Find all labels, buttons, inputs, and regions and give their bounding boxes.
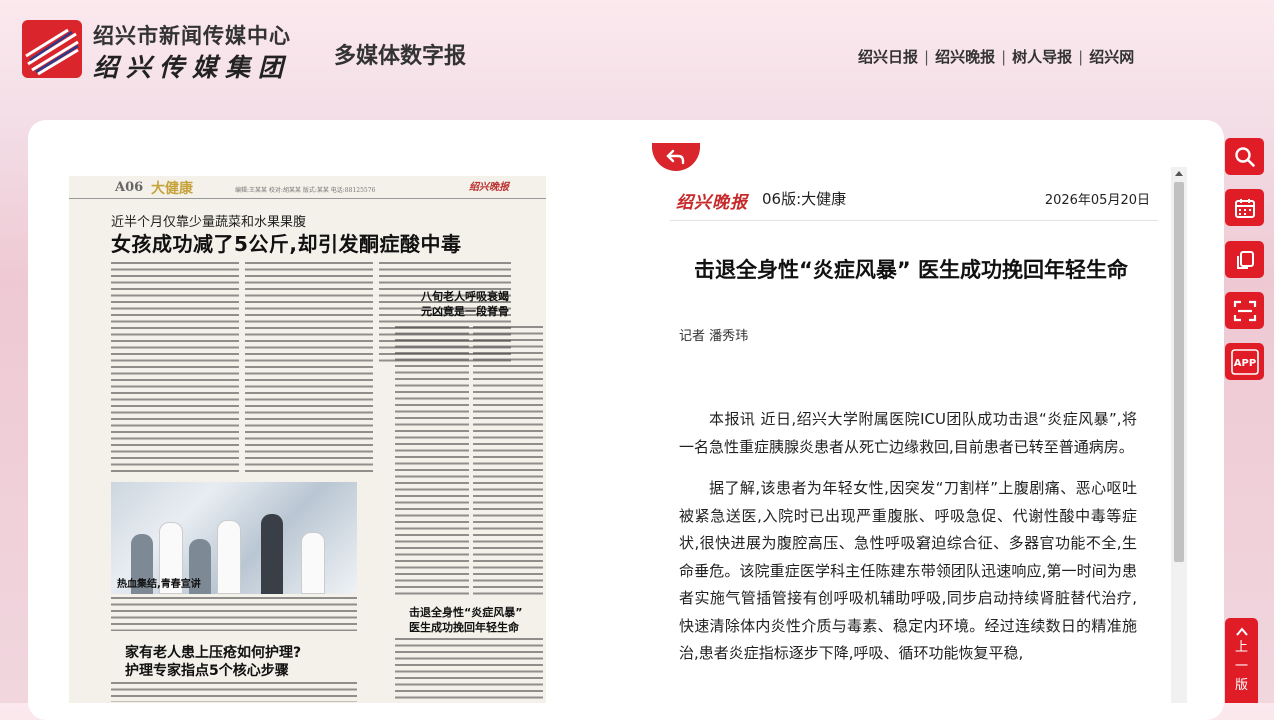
story4-column: [395, 638, 543, 702]
page-masthead: 绍兴晚报: [469, 182, 509, 193]
photo-caption-text: [111, 597, 357, 631]
story2-column: [395, 326, 469, 596]
page-section: 大健康: [151, 181, 193, 197]
photo-person: [261, 514, 283, 594]
prev-page-char: 一: [1234, 659, 1248, 674]
prev-page-char: 版: [1234, 678, 1248, 693]
edition-label: 06版:大健康: [762, 190, 847, 208]
prev-page-char: 上: [1234, 640, 1248, 655]
site-header: 绍兴市新闻传媒中心 绍兴传媒集团 多媒体数字报 绍兴日报 | 绍兴晚报 | 树人…: [0, 0, 1274, 110]
photo-caption: 热血集结,青春宣讲: [117, 579, 201, 590]
previous-page-button[interactable]: 上 一 版: [1225, 618, 1258, 703]
nav-shuren-herald[interactable]: 树人导报: [1012, 46, 1072, 67]
scan-button[interactable]: [1225, 292, 1264, 329]
scroll-up-arrow-icon[interactable]: [1175, 171, 1183, 176]
story1-column: [245, 262, 373, 472]
newspaper-page-image[interactable]: A06 大健康 编辑:王某某 校对:胡某某 版式:某某 电话:88125576 …: [69, 176, 546, 703]
article-paragraph: 据了解,该患者为年轻女性,因突发“刀割样”上腹剧痛、恶心呕吐被紧急送医,入院时已…: [679, 479, 1137, 662]
story2-column: [473, 326, 543, 596]
article-header: 绍兴晚报 06版:大健康 2026年05月20日: [670, 186, 1158, 221]
issue-date: 2026年05月20日: [1044, 193, 1150, 208]
media-center-logo[interactable]: [22, 20, 82, 78]
nav-separator: |: [924, 47, 930, 66]
app-icon: APP: [1230, 348, 1259, 375]
calendar-button[interactable]: [1225, 189, 1264, 226]
photo-person: [217, 520, 241, 594]
nav-shaoxing-evening[interactable]: 绍兴晚报: [935, 46, 995, 67]
story3-column: [111, 682, 357, 702]
nav-separator: |: [1001, 47, 1007, 66]
story3-title-2[interactable]: 护理专家指点5个核心步骤: [125, 660, 289, 680]
article-body: 本报讯 近日,绍兴大学附属医院ICU团队成功击退“炎症风暴”,将一名急性重症胰腺…: [679, 406, 1137, 682]
article-byline: 记者 潘秀玮: [679, 329, 749, 344]
search-icon: [1234, 146, 1255, 167]
story4-title-2[interactable]: 医生成功挽回年轻生命: [409, 619, 519, 635]
story4-title-1[interactable]: 击退全身性“炎症风暴”: [409, 604, 522, 620]
article-title: 击退全身性“炎症风暴” 医生成功挽回年轻生命: [694, 258, 1128, 282]
nav-shaoxing-daily[interactable]: 绍兴日报: [858, 46, 918, 67]
story2-title-2[interactable]: 元凶竟是一段脊骨: [421, 303, 509, 319]
org-group-name: 绍兴传媒集团: [93, 53, 292, 82]
org-name: 绍兴市新闻传媒中心: [93, 23, 291, 48]
story1-headline[interactable]: 女孩成功减了5公斤,却引发酮症酸中毒: [111, 228, 462, 257]
app-label: APP: [1233, 358, 1255, 369]
site-title: 多媒体数字报: [334, 43, 467, 69]
story2-title-1[interactable]: 八旬老人呼吸衰竭: [421, 288, 509, 304]
story3-title-1[interactable]: 家有老人患上压疮如何护理?: [125, 642, 301, 662]
calendar-icon: [1234, 198, 1255, 218]
scan-icon: [1233, 300, 1256, 321]
paper-logo: 绍兴晚报: [676, 193, 748, 213]
search-button[interactable]: [1225, 138, 1264, 175]
nav-shaoxing-net[interactable]: 绍兴网: [1089, 46, 1134, 67]
chevron-up-icon: [1235, 627, 1248, 636]
photo-person: [301, 532, 325, 594]
story1-column: [111, 262, 239, 472]
page-header-info: 编辑:王某某 校对:胡某某 版式:某某 电话:88125576: [235, 187, 376, 194]
copy-icon: [1236, 250, 1254, 269]
copy-button[interactable]: [1225, 241, 1264, 278]
page-header-strip: A06 大健康 编辑:王某某 校对:胡某某 版式:某某 电话:88125576 …: [69, 176, 546, 199]
page-number: A06: [115, 180, 144, 195]
news-photo[interactable]: 热血集结,青春宣讲: [111, 482, 357, 594]
article-paragraph: 本报讯 近日,绍兴大学附属医院ICU团队成功击退“炎症风暴”,将一名急性重症胰腺…: [679, 410, 1137, 456]
app-download-button[interactable]: APP: [1225, 343, 1264, 380]
back-arrow-icon: [666, 149, 685, 165]
scrollbar-thumb[interactable]: [1174, 182, 1184, 562]
top-nav: 绍兴日报 | 绍兴晚报 | 树人导报 | 绍兴网: [858, 46, 1134, 67]
nav-separator: |: [1078, 47, 1084, 66]
